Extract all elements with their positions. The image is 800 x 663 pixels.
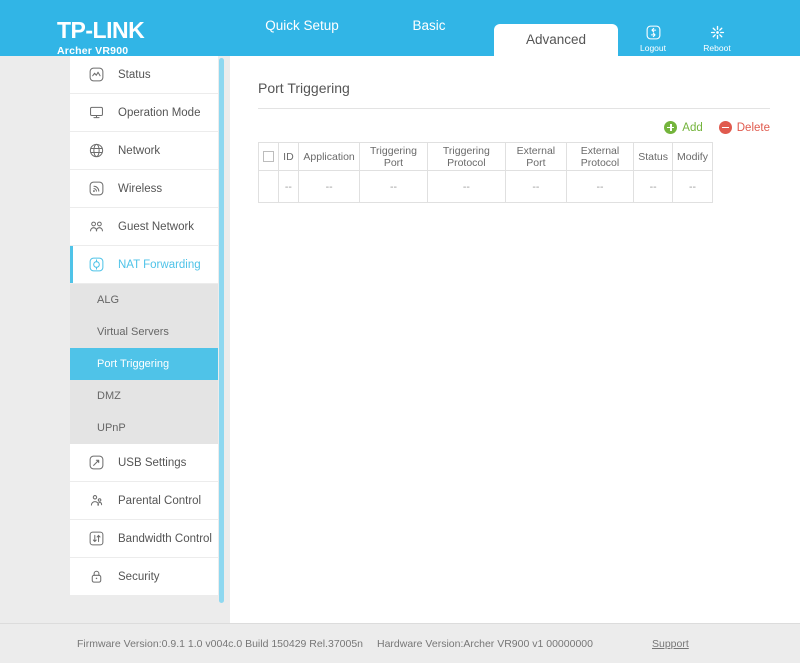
- column-header: Triggering Port: [359, 142, 428, 171]
- firmware-version: Firmware Version:0.9.1 1.0 v004c.0 Build…: [77, 638, 364, 650]
- column-header: Triggering Protocol: [426, 142, 507, 171]
- main-content: Port Triggering Add Delete ID Applicatio…: [230, 56, 800, 623]
- sidebar-item-parental-control[interactable]: Parental Control: [70, 482, 218, 520]
- table-toolbar: Add Delete: [258, 121, 770, 134]
- sidebar-label: NAT Forwarding: [118, 258, 201, 271]
- cell-triggering-protocol: --: [426, 170, 507, 203]
- column-header: Modify: [672, 142, 713, 171]
- app-header: TP-LINK Archer VR900 Quick Setup Basic A…: [0, 0, 800, 56]
- status-icon: [86, 65, 106, 85]
- cell-external-protocol: --: [565, 170, 635, 203]
- sidebar-label: Status: [118, 68, 151, 81]
- delete-label: Delete: [736, 121, 770, 134]
- wireless-icon: [86, 179, 106, 199]
- sidebar-label: Bandwidth Control: [118, 532, 212, 545]
- sidebar-item-status[interactable]: Status: [70, 56, 218, 94]
- cell-id: --: [278, 170, 299, 203]
- globe-icon: [86, 141, 106, 161]
- device-model: Archer VR900: [57, 45, 129, 57]
- column-header: Application: [297, 142, 361, 171]
- table-header-row: ID Application Triggering Port Triggerin…: [258, 142, 713, 171]
- reboot-label: Reboot: [703, 43, 731, 53]
- lock-icon: [86, 567, 106, 587]
- submenu-item-port-triggering[interactable]: Port Triggering: [70, 348, 218, 380]
- logout-icon: [632, 24, 674, 41]
- sidebar-label: Parental Control: [118, 494, 202, 507]
- reboot-icon: [696, 24, 738, 41]
- submenu-item-virtual-servers[interactable]: Virtual Servers: [70, 316, 218, 348]
- submenu-item-alg[interactable]: ALG: [70, 284, 218, 316]
- logout-label: Logout: [640, 43, 666, 53]
- plus-circle-icon: [664, 121, 678, 134]
- tab-quick-setup[interactable]: Quick Setup: [240, 0, 364, 56]
- cell-external-port: --: [505, 170, 567, 203]
- cell-modify: --: [672, 170, 713, 203]
- sidebar-nav: Status Operation Mode Network Wireless G…: [70, 56, 218, 623]
- logout-button[interactable]: Logout: [632, 24, 674, 53]
- main-nav: Quick Setup Basic Advanced: [240, 0, 618, 56]
- tab-basic[interactable]: Basic: [364, 0, 494, 56]
- sidebar-item-wireless[interactable]: Wireless: [70, 170, 218, 208]
- tab-advanced[interactable]: Advanced: [494, 24, 618, 56]
- row-checkbox-cell[interactable]: [258, 170, 279, 203]
- cell-application: --: [297, 170, 361, 203]
- page-title: Port Triggering: [258, 80, 770, 109]
- sidebar-submenu-nat-forwarding: ALG Virtual Servers Port Triggering DMZ …: [70, 284, 218, 444]
- column-header: Status: [633, 142, 674, 171]
- usb-icon: [86, 453, 106, 473]
- page-footer: Firmware Version:0.9.1 1.0 v004c.0 Build…: [0, 623, 800, 663]
- minus-circle-icon: [718, 121, 732, 134]
- delete-button[interactable]: Delete: [718, 121, 770, 134]
- sidebar-label: Operation Mode: [118, 106, 201, 119]
- cell-status: --: [633, 170, 674, 203]
- sidebar-item-usb-settings[interactable]: USB Settings: [70, 444, 218, 482]
- sidebar-item-security[interactable]: Security: [70, 558, 218, 596]
- sidebar-item-operation-mode[interactable]: Operation Mode: [70, 94, 218, 132]
- sidebar-label: Security: [118, 570, 160, 583]
- hardware-version: Hardware Version:Archer VR900 v1 0000000…: [377, 638, 593, 650]
- parental-control-icon: [86, 491, 106, 511]
- sidebar-label: Wireless: [118, 182, 163, 195]
- cell-triggering-port: --: [359, 170, 428, 203]
- page-body: Status Operation Mode Network Wireless G…: [0, 56, 800, 623]
- sidebar-item-guest-network[interactable]: Guest Network: [70, 208, 218, 246]
- sidebar-item-network[interactable]: Network: [70, 132, 218, 170]
- support-link[interactable]: Support: [652, 638, 689, 650]
- submenu-item-dmz[interactable]: DMZ: [70, 380, 218, 412]
- select-all-header: [258, 142, 279, 171]
- nat-forwarding-icon: [86, 255, 106, 275]
- brand-logo: TP-LINK Archer VR900: [57, 17, 145, 57]
- guest-network-icon: [86, 217, 106, 237]
- sidebar-label: Network: [118, 144, 161, 157]
- sidebar-item-bandwidth-control[interactable]: Bandwidth Control: [70, 520, 218, 558]
- sidebar-item-nat-forwarding[interactable]: NAT Forwarding: [70, 246, 218, 284]
- header-actions: Logout Reboot: [632, 24, 738, 53]
- bandwidth-icon: [86, 529, 106, 549]
- column-header: External Port: [505, 142, 567, 171]
- table-row: -- -- -- -- -- -- -- --: [258, 170, 713, 203]
- add-label: Add: [682, 121, 703, 134]
- sidebar-scrollbar[interactable]: [219, 58, 224, 603]
- add-button[interactable]: Add: [664, 121, 703, 134]
- sidebar-label: Guest Network: [118, 220, 195, 233]
- select-all-checkbox[interactable]: [263, 151, 274, 163]
- sidebar-label: USB Settings: [118, 456, 187, 469]
- submenu-item-upnp[interactable]: UPnP: [70, 412, 218, 444]
- brand-name: TP-LINK: [57, 17, 145, 43]
- monitor-icon: [86, 103, 106, 123]
- column-header: External Protocol: [565, 142, 635, 171]
- port-triggering-table: ID Application Triggering Port Triggerin…: [258, 142, 713, 203]
- column-header: ID: [278, 142, 299, 171]
- reboot-button[interactable]: Reboot: [696, 24, 738, 53]
